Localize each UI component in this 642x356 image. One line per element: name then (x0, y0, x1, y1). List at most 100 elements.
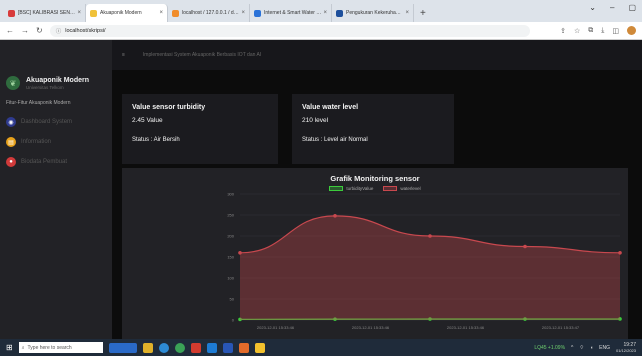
browser-tab[interactable]: [BSC] KALIBRASI SENSOR TURBI× (4, 4, 86, 22)
new-tab-button[interactable]: + (414, 8, 432, 22)
browser-tab[interactable]: Internet & Smart Water Tank for× (250, 4, 332, 22)
data-point (523, 244, 527, 249)
legend-label: turbidityValue (346, 186, 374, 191)
y-tick-label: 250 (227, 213, 234, 218)
water-level-status: Status : Level air Normal (302, 137, 368, 143)
sidebar: ❦ Akuaponik Modern Universitas Telkom Fi… (0, 40, 112, 339)
download-icon[interactable]: ⤓ (601, 27, 604, 35)
turbidity-value: 2.45 Value (132, 117, 163, 124)
data-point (618, 251, 622, 255)
water-level-card: Value water level 210 level Status : Lev… (292, 94, 454, 164)
tab-title: Internet & Smart Water Tank for (264, 10, 322, 16)
plant-logo-icon: ❦ (6, 76, 20, 90)
taskbar-weather-icon[interactable] (108, 342, 137, 353)
folder-icon[interactable] (254, 342, 265, 353)
legend-item[interactable]: turbidityValue (329, 186, 373, 191)
address-bar-row: ← → ↻ ⓘ localhost/skripsi/ ⇪ ☆ ⧉ ⤓ ◫ (0, 22, 642, 40)
vscode-icon[interactable] (206, 342, 217, 353)
windows-start-icon[interactable]: ⊞ (6, 343, 13, 352)
tab-favicon-icon (336, 9, 343, 17)
app-red-icon[interactable] (190, 342, 201, 353)
browser-tab[interactable]: Pengukuran Kekeruhan (Of) menggu× (332, 4, 414, 22)
series-area (240, 215, 620, 320)
sidebar-item-information[interactable]: ▤ Information (0, 132, 112, 152)
url-text: localhost/skripsi/ (65, 27, 106, 34)
turbidity-card-title: Value sensor turbidity (132, 104, 206, 111)
reload-icon[interactable]: ↻ (36, 26, 43, 35)
sidebar-icon[interactable]: ◫ (612, 27, 619, 35)
legend-label: waterlevel (400, 186, 421, 191)
chart-svg: 0 50 100 150 200 250 300 2023-12-01 15:33:46 202… (227, 192, 622, 330)
word-icon[interactable] (222, 342, 233, 353)
data-point (428, 234, 432, 238)
menu-toggle-icon[interactable]: ≡ (122, 52, 125, 58)
x-tick-label: 2023-12-01 15:33:46 (257, 325, 295, 330)
share-icon[interactable]: ⇪ (560, 27, 566, 35)
tab-close-icon[interactable]: × (77, 10, 81, 16)
dashboard-icon: ◉ (6, 117, 16, 127)
sidebar-item-dashboard-system[interactable]: ◉ Dashboard System (0, 112, 112, 132)
y-tick-label: 100 (227, 276, 234, 281)
info-icon: ▤ (6, 137, 16, 147)
taskbar-search[interactable]: ⌕ Type here to search (18, 342, 103, 353)
x-tick-label: 2023-12-01 15:33:46 (447, 325, 485, 330)
tab-close-icon[interactable]: × (405, 10, 409, 16)
tab-title: localhost / 127.0.0.1 / db_akuap (182, 10, 240, 16)
tab-favicon-icon (8, 9, 15, 17)
info-icon[interactable]: ⓘ (56, 27, 62, 35)
search-icon: ⌕ (21, 344, 25, 351)
back-icon[interactable]: ← (6, 26, 14, 35)
browser-toolbar: ⇪ ☆ ⧉ ⤓ ◫ (560, 26, 636, 35)
forward-icon[interactable]: → (21, 26, 29, 35)
taskbar: ⊞ ⌕ Type here to search LQ45 +1.09% ^ ⌔ … (0, 339, 642, 356)
maximize-button[interactable]: ▢ (628, 3, 636, 12)
browser-tab[interactable]: localhost / 127.0.0.1 / db_akuap× (168, 4, 250, 22)
brand-subtitle: Universitas Telkom (26, 84, 64, 90)
tab-list: [BSC] KALIBRASI SENSOR TURBI×Akuaponik M… (4, 4, 414, 22)
profile-avatar[interactable] (627, 26, 636, 35)
browser-tab-bar: [BSC] KALIBRASI SENSOR TURBI×Akuaponik M… (0, 0, 642, 22)
y-tick-label: 200 (227, 234, 234, 239)
window-menu-icon[interactable]: ⌄ (589, 3, 596, 12)
legend-item[interactable]: waterlevel (383, 186, 421, 191)
tab-close-icon[interactable]: × (241, 10, 245, 16)
edge-icon[interactable] (158, 342, 169, 353)
brand[interactable]: ❦ Akuaponik Modern Universitas Telkom (0, 40, 112, 90)
system-tray: LQ45 +1.09% ^ ⌔ ◖ ENG 19:27 01/12/2023 (534, 342, 642, 354)
top-navbar: ≡ Implementasi System Akuaponik Berbasis… (112, 40, 642, 70)
language-indicator[interactable]: ENG (599, 345, 610, 351)
window-controls: ⌄ – ▢ (589, 3, 636, 12)
water-level-value: 210 level (302, 117, 329, 124)
tab-close-icon[interactable]: × (323, 10, 327, 16)
data-point (333, 214, 337, 218)
tab-favicon-icon (254, 9, 261, 17)
sidebar-item-label: Biodata Pembuat (21, 159, 68, 165)
stock-ticker[interactable]: LQ45 +1.09% (534, 345, 565, 351)
chrome-icon[interactable] (174, 342, 185, 353)
url-field[interactable]: ⓘ localhost/skripsi/ (49, 24, 530, 37)
tray-chevron-icon[interactable]: ^ (571, 345, 573, 351)
y-tick-label: 150 (227, 255, 234, 260)
tab-favicon-icon (90, 9, 97, 17)
tab-close-icon[interactable]: × (159, 10, 163, 16)
network-icon[interactable]: ⌔ (579, 345, 584, 351)
sidebar-item-biodata-pembuat[interactable]: ● Biodata Pembuat (0, 152, 112, 172)
bookmark-star-icon[interactable]: ☆ (574, 27, 580, 35)
clock-date: 01/12/2023 (615, 347, 636, 353)
browser-tab[interactable]: Akuaponik Modern × (86, 4, 168, 22)
extensions-icon[interactable]: ⧉ (588, 27, 593, 35)
minimize-button[interactable]: – (610, 3, 614, 12)
tab-title: [BSC] KALIBRASI SENSOR TURBI (18, 10, 75, 16)
tab-title: Akuaponik Modern (100, 10, 142, 16)
sidebar-item-label: Information (21, 139, 52, 145)
monitoring-chart: 0 50 100 150 200 250 300 2023-12-01 15:33:46 202… (122, 168, 628, 339)
chart-title: Grafik Monitoring sensor (330, 174, 420, 183)
legend-swatch (383, 186, 398, 191)
clock[interactable]: 19:27 01/12/2023 (616, 342, 636, 354)
xampp-icon[interactable] (238, 342, 249, 353)
data-point (238, 251, 242, 255)
volume-icon[interactable]: ◖ (590, 345, 593, 351)
file-explorer-icon[interactable] (142, 342, 153, 353)
menu-section-heading: Fitur-Fitur Akuaponik Modern (6, 100, 71, 106)
sidebar-menu: ◉ Dashboard System ▤ Information ● Biodata Pe… (0, 112, 112, 172)
